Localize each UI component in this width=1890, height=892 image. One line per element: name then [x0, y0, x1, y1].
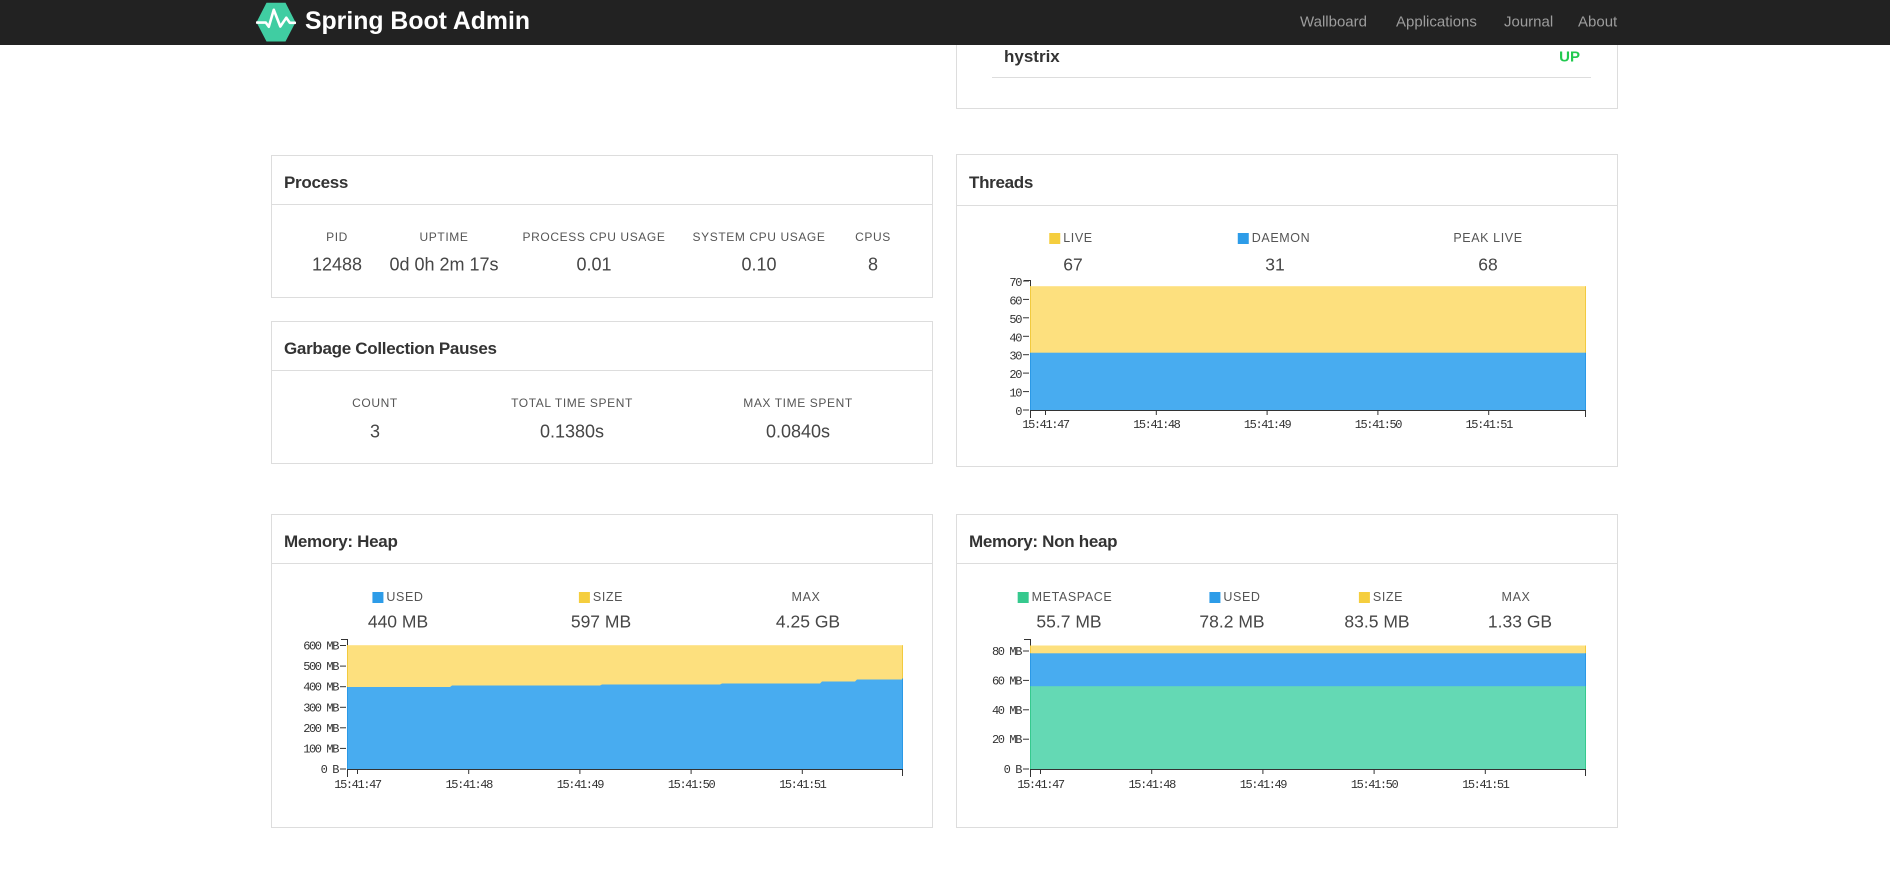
svg-text:15:41:50: 15:41:50 — [1355, 418, 1403, 432]
svg-text:500 MB: 500 MB — [303, 660, 339, 674]
svg-text:50: 50 — [1009, 313, 1022, 327]
svg-text:30: 30 — [1009, 350, 1022, 364]
svg-text:15:41:47: 15:41:47 — [1022, 418, 1070, 432]
svg-text:80 MB: 80 MB — [992, 645, 1022, 659]
svg-text:70: 70 — [1009, 276, 1022, 290]
svg-text:15:41:47: 15:41:47 — [334, 778, 382, 792]
svg-text:15:41:47: 15:41:47 — [1017, 778, 1065, 792]
svg-text:15:41:49: 15:41:49 — [1244, 418, 1292, 432]
svg-text:40 MB: 40 MB — [992, 704, 1022, 718]
svg-text:15:41:48: 15:41:48 — [1128, 778, 1176, 792]
svg-text:0 B: 0 B — [321, 763, 340, 777]
svg-text:300 MB: 300 MB — [303, 701, 339, 715]
svg-text:15:41:51: 15:41:51 — [1462, 778, 1510, 792]
svg-text:400 MB: 400 MB — [303, 681, 339, 695]
svg-text:15:41:48: 15:41:48 — [445, 778, 493, 792]
svg-text:40: 40 — [1009, 331, 1022, 345]
svg-text:100 MB: 100 MB — [303, 742, 339, 756]
svg-text:0: 0 — [1015, 405, 1022, 419]
svg-text:15:41:50: 15:41:50 — [668, 778, 716, 792]
svg-text:600 MB: 600 MB — [303, 640, 339, 654]
svg-text:60 MB: 60 MB — [992, 674, 1022, 688]
svg-text:15:41:49: 15:41:49 — [557, 778, 605, 792]
svg-text:15:41:49: 15:41:49 — [1240, 778, 1288, 792]
svg-text:15:41:51: 15:41:51 — [1465, 418, 1513, 432]
svg-text:15:41:50: 15:41:50 — [1351, 778, 1399, 792]
svg-text:15:41:51: 15:41:51 — [779, 778, 827, 792]
svg-text:15:41:48: 15:41:48 — [1133, 418, 1181, 432]
svg-text:20: 20 — [1009, 368, 1022, 382]
svg-text:200 MB: 200 MB — [303, 722, 339, 736]
svg-text:0 B: 0 B — [1004, 763, 1023, 777]
svg-text:20 MB: 20 MB — [992, 733, 1022, 747]
svg-text:60: 60 — [1009, 294, 1022, 308]
svg-text:10: 10 — [1009, 387, 1022, 401]
